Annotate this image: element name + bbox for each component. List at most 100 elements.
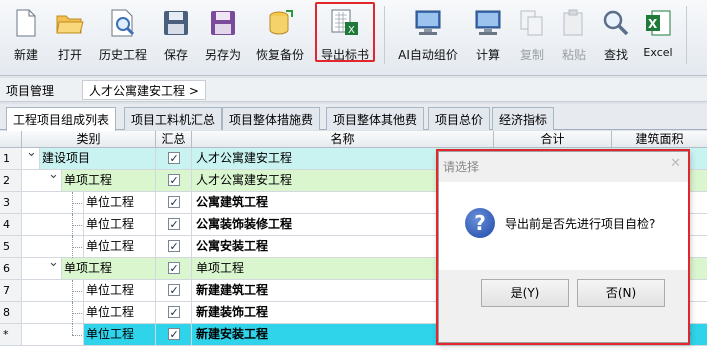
find-icon (601, 8, 631, 38)
question-icon: ? (465, 208, 495, 238)
summary-cell[interactable] (156, 302, 192, 323)
summary-checkbox[interactable] (167, 280, 180, 301)
save-as-button[interactable]: 另存为 (200, 4, 246, 68)
history-project-button[interactable]: 历史工程 (96, 4, 150, 68)
row-number: 8 (0, 302, 22, 323)
chevron-down-icon[interactable]: ⌄ (48, 255, 59, 270)
excel-icon: X (643, 8, 673, 38)
summary-checkbox[interactable] (167, 236, 180, 257)
summary-cell[interactable] (156, 324, 192, 345)
calculate-icon (473, 8, 503, 38)
tree-connector (72, 203, 82, 204)
header-total: 合计 (494, 131, 612, 148)
grid-header: 类别 汇总 名称 合计 建筑面积 (0, 131, 707, 148)
calculate-button[interactable]: 计算 (470, 4, 506, 68)
new-file-icon (11, 8, 41, 38)
summary-cell[interactable] (156, 148, 192, 169)
summary-checkbox[interactable] (167, 148, 180, 169)
dialog-message: 导出前是否先进行项目自检? (505, 217, 656, 231)
category-cell[interactable]: 单项工程 (62, 170, 156, 191)
row-number: 6 (0, 258, 22, 279)
header-name: 名称 (192, 131, 494, 148)
open-button[interactable]: 打开 (52, 4, 88, 68)
summary-cell[interactable] (156, 258, 192, 279)
tree-connector (72, 192, 73, 214)
tree-connector (72, 225, 82, 226)
tree-connector (72, 335, 82, 336)
row-number: 5 (0, 236, 22, 257)
category-cell[interactable]: 单位工程 (84, 236, 156, 257)
dialog-body: ? 导出前是否先进行项目自检? (439, 182, 689, 270)
summary-checkbox[interactable] (167, 258, 180, 279)
save-button[interactable]: 保存 (158, 4, 194, 68)
summary-checkbox[interactable] (167, 302, 180, 323)
save-as-icon (208, 8, 238, 38)
header-area: 建筑面积 (635, 132, 684, 146)
find-button[interactable]: 查找 (598, 4, 634, 68)
category-cell[interactable]: 单位工程 (84, 214, 156, 235)
category-cell[interactable]: 单位工程 (84, 302, 156, 323)
tab-economic-index[interactable]: 经济指标 (492, 107, 555, 130)
tab-labor-material-summary[interactable]: 项目工料机汇总 (124, 107, 223, 130)
paste-icon (559, 8, 589, 38)
tab-overall-other-fees[interactable]: 项目整体其他费 (326, 107, 425, 130)
confirm-dialog: 请选择 ✕ ? 导出前是否先进行项目自检? 是(Y) 否(N) (438, 151, 690, 343)
category-cell[interactable]: 建设项目 (40, 148, 156, 169)
tab-project-composition[interactable]: 工程项目组成列表 (6, 107, 117, 131)
tab-project-total[interactable]: 项目总价 (428, 107, 491, 130)
category-cell[interactable]: 单项工程 (62, 258, 156, 279)
tree-connector (72, 313, 82, 314)
row-number: 3 (0, 192, 22, 213)
breadcrumb-bar: 项目管理 人才公寓建安工程 > (0, 78, 707, 102)
dialog-title: 请选择 (443, 160, 480, 174)
summary-cell[interactable] (156, 236, 192, 257)
category-cell[interactable]: 单位工程 (84, 280, 156, 301)
summary-checkbox[interactable] (167, 170, 180, 191)
chevron-down-icon[interactable]: ⌄ (26, 145, 37, 160)
tree-connector (72, 214, 73, 236)
header-category: 类别 (22, 131, 156, 148)
tree-connector (72, 236, 73, 258)
tree-connector (72, 302, 73, 324)
tab-overall-measures[interactable]: 项目整体措施费 (222, 107, 321, 130)
tab-bar: 工程项目组成列表 项目工料机汇总 项目整体措施费 项目整体其他费 项目总价 经济… (0, 104, 707, 131)
summary-checkbox[interactable] (167, 192, 180, 213)
toolbar-separator (686, 6, 687, 64)
excel-button[interactable]: X Excel (640, 4, 676, 68)
no-button[interactable]: 否(N) (577, 279, 665, 307)
tree-connector (72, 324, 73, 335)
row-number: 7 (0, 280, 22, 301)
toolbar-separator (384, 6, 385, 64)
row-number: 2 (0, 170, 22, 191)
svg-text:X: X (648, 17, 658, 31)
close-icon[interactable]: ✕ (670, 156, 681, 171)
category-cell[interactable]: 单位工程 (84, 192, 156, 213)
row-number: 4 (0, 214, 22, 235)
copy-button[interactable]: 复制 (514, 4, 550, 68)
folder-open-icon (55, 8, 85, 38)
summary-checkbox[interactable] (167, 214, 180, 235)
yes-button[interactable]: 是(Y) (481, 279, 569, 307)
new-button[interactable]: 新建 (8, 4, 44, 68)
ai-pricing-button[interactable]: AI自动组价 (396, 4, 460, 68)
summary-cell[interactable] (156, 170, 192, 191)
summary-cell[interactable] (156, 214, 192, 235)
computer-icon (413, 8, 443, 38)
row-number: 1 (0, 148, 22, 169)
tree-connector (72, 247, 82, 248)
export-highlight-box (315, 2, 375, 62)
paste-button[interactable]: 粘贴 (556, 4, 592, 68)
tree-connector (72, 291, 82, 292)
header-rownum (0, 131, 22, 148)
summary-checkbox[interactable] (167, 324, 180, 345)
save-icon (161, 8, 191, 38)
summary-cell[interactable] (156, 192, 192, 213)
summary-cell[interactable] (156, 280, 192, 301)
copy-icon (517, 8, 547, 38)
toolbar: 新建 打开 历史工程 保存 另存为 恢复备份 X 导出标书 AI自动组价 计算 … (0, 0, 707, 76)
chevron-down-icon[interactable]: ⌄ (48, 167, 59, 182)
category-cell[interactable]: 单位工程 (84, 324, 156, 345)
row-number: * (0, 324, 22, 345)
breadcrumb[interactable]: 人才公寓建安工程 > (82, 80, 206, 100)
restore-backup-button[interactable]: 恢复备份 (252, 4, 308, 68)
